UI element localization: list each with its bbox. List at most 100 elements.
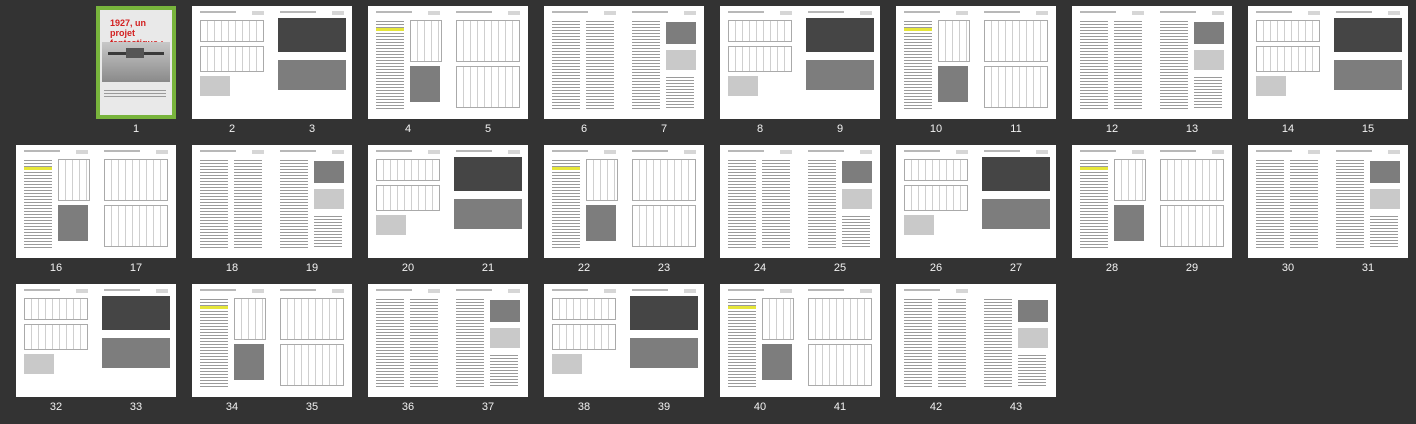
page-number-label: 37 [481,401,495,413]
page-number-label: 22 [577,262,591,274]
page-thumbnail-36[interactable] [368,284,448,397]
page-number-label: 6 [580,123,588,135]
page-thumbnail-32[interactable] [16,284,96,397]
page-thumbnail-15[interactable] [1328,6,1408,119]
page-thumbnail-4[interactable] [368,6,448,119]
page-thumbnail-28[interactable] [1072,145,1152,258]
page-thumbnail-31[interactable] [1328,145,1408,258]
page-number-label: 15 [1361,123,1375,135]
page-number-label: 18 [225,262,239,274]
spread-thumbnail[interactable]: 16 17 [16,145,176,277]
cover-text-block [104,88,166,98]
page-thumbnail-7[interactable] [624,6,704,119]
page-thumbnail-11[interactable] [976,6,1056,119]
spread-thumbnail[interactable]: 1927, un projet fantastique : 1 [16,6,176,138]
page-number-label: 11 [1010,123,1022,135]
page-thumbnail-5[interactable] [448,6,528,119]
page-thumbnail-1[interactable]: 1927, un projet fantastique : [96,6,176,119]
page-number-label: 20 [401,262,415,274]
page-thumbnail-20[interactable] [368,145,448,258]
page-number-label: 35 [305,401,319,413]
page-thumbnail-18[interactable] [192,145,272,258]
page-number-label: 14 [1281,123,1295,135]
page-thumbnail-grid: 1927, un projet fantastique :12345678910… [0,0,1416,424]
page-thumbnail-16[interactable] [16,145,96,258]
spread-thumbnail[interactable]: 67 [544,6,704,138]
page-thumbnail-3[interactable] [272,6,352,119]
page-thumbnail-26[interactable] [896,145,976,258]
page-thumbnail-13[interactable] [1152,6,1232,119]
page-number-label: 36 [401,401,415,413]
page-number-label: 13 [1185,123,1199,135]
page-thumbnail-40[interactable] [720,284,800,397]
spread-thumbnail[interactable]: 12 13 [1072,6,1232,138]
page-thumbnail-29[interactable] [1152,145,1232,258]
page-number-label: 23 [657,262,671,274]
spread-thumbnail[interactable]: 10 11 [896,6,1056,138]
page-thumbnail-2[interactable] [192,6,272,119]
page-thumbnail-8[interactable] [720,6,800,119]
page-number-label: 8 [756,123,764,135]
page-number-label: 29 [1185,262,1199,274]
spread-thumbnail[interactable]: 18 19 [192,145,352,277]
page-thumbnail-25[interactable] [800,145,880,258]
page-thumbnail-33[interactable] [96,284,176,397]
page-thumbnail-41[interactable] [800,284,880,397]
page-thumbnail-12[interactable] [1072,6,1152,119]
page-thumbnail-43[interactable] [976,284,1056,397]
spread-thumbnail[interactable]: 34 35 [192,284,352,416]
page-number-label: 30 [1281,262,1295,274]
spread-thumbnail[interactable]: 45 [368,6,528,138]
page-number-label: 4 [404,123,412,135]
page-thumbnail-22[interactable] [544,145,624,258]
cover-plane-body [126,48,144,58]
spread-thumbnail[interactable]: 24 25 [720,145,880,277]
page-number-label: 1 [132,123,140,135]
spread-thumbnail[interactable]: 42 43 [896,284,1056,416]
spread-thumbnail[interactable]: 23 [192,6,352,138]
page-number-label: 42 [929,401,943,413]
page-number-label: 21 [481,262,495,274]
page-thumbnail-37[interactable] [448,284,528,397]
spread-thumbnail[interactable]: 20 21 [368,145,528,277]
page-thumbnail-38[interactable] [544,284,624,397]
spread-thumbnail[interactable]: 40 41 [720,284,880,416]
page-thumbnail-19[interactable] [272,145,352,258]
page-number-label: 3 [308,123,316,135]
spread-thumbnail[interactable]: 32 33 [16,284,176,416]
page-thumbnail-10[interactable] [896,6,976,119]
page-number-label: 31 [1361,262,1375,274]
page-number-label: 26 [929,262,943,274]
page-thumbnail-21[interactable] [448,145,528,258]
spread-thumbnail[interactable]: 38 39 [544,284,704,416]
page-number-label: 33 [129,401,143,413]
spread-thumbnail[interactable]: 22 23 [544,145,704,277]
page-thumbnail-23[interactable] [624,145,704,258]
page-thumbnail-14[interactable] [1248,6,1328,119]
page-number-label: 2 [228,123,236,135]
page-number-label: 24 [753,262,767,274]
page-number-label: 34 [225,401,239,413]
page-thumbnail-39[interactable] [624,284,704,397]
page-thumbnail-17[interactable] [96,145,176,258]
spread-thumbnail[interactable]: 89 [720,6,880,138]
page-thumbnail-9[interactable] [800,6,880,119]
spread-thumbnail[interactable]: 30 31 [1248,145,1408,277]
page-thumbnail-34[interactable] [192,284,272,397]
page-thumbnail-30[interactable] [1248,145,1328,258]
page-thumbnail-27[interactable] [976,145,1056,258]
page-number-label: 19 [305,262,319,274]
page-number-label: 9 [836,123,844,135]
page-thumbnail-35[interactable] [272,284,352,397]
spread-thumbnail[interactable]: 36 37 [368,284,528,416]
page-number-label: 38 [577,401,591,413]
spread-thumbnail[interactable]: 14 15 [1248,6,1408,138]
spread-thumbnail[interactable]: 26 27 [896,145,1056,277]
page-number-label: 25 [833,262,847,274]
spread-thumbnail[interactable]: 28 29 [1072,145,1232,277]
page-number-label: 12 [1105,123,1119,135]
page-number-label: 32 [49,401,63,413]
page-thumbnail-42[interactable] [896,284,976,397]
page-thumbnail-6[interactable] [544,6,624,119]
page-thumbnail-24[interactable] [720,145,800,258]
